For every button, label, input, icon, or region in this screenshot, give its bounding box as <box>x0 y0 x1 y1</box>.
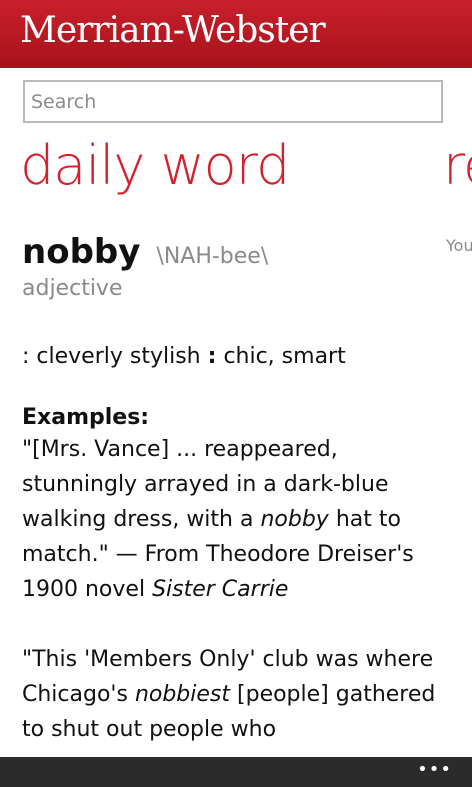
search-input[interactable] <box>25 82 441 121</box>
next-pivot-peek-text: You <box>446 236 472 255</box>
example-1: "[Mrs. Vance] ... reappeared, stunningly… <box>22 432 442 607</box>
definition-text: : cleverly stylish <box>22 344 201 369</box>
example-1-highlight: nobby <box>260 507 329 533</box>
example-2-highlight: nobbiest <box>134 682 231 708</box>
word-heading: nobby \NAH-bee\ <box>22 232 442 272</box>
definition-separator: : <box>207 344 217 369</box>
definition-synonyms: chic, smart <box>223 344 346 369</box>
app-bar: ••• <box>0 757 472 787</box>
app-window: Merriam-Webster daily word re You nobby \… <box>0 0 472 787</box>
search-box[interactable] <box>23 80 443 123</box>
pivot-header-daily-word[interactable]: daily word <box>20 134 290 197</box>
word-of-day-content: nobby \NAH-bee\ adjective : cleverly styl… <box>22 232 442 747</box>
pivot-header-next[interactable]: re <box>443 134 472 197</box>
more-options-button[interactable]: ••• <box>417 759 452 780</box>
part-of-speech: adjective <box>22 276 123 301</box>
word-term: nobby <box>22 232 141 272</box>
example-1-text-a: "[Mrs. Vance] ... reappeared, stunningly… <box>22 437 389 533</box>
brand-logo: Merriam-Webster <box>20 10 326 51</box>
examples-heading: Examples: <box>22 404 150 430</box>
word-definition: : cleverly stylish : chic, smart <box>22 343 442 372</box>
word-pronunciation: \NAH-bee\ <box>156 244 269 269</box>
brand-header: Merriam-Webster <box>0 0 472 68</box>
example-2: "This 'Members Only' club was where Chic… <box>22 642 442 747</box>
example-1-source-title: Sister Carrie <box>152 577 289 603</box>
